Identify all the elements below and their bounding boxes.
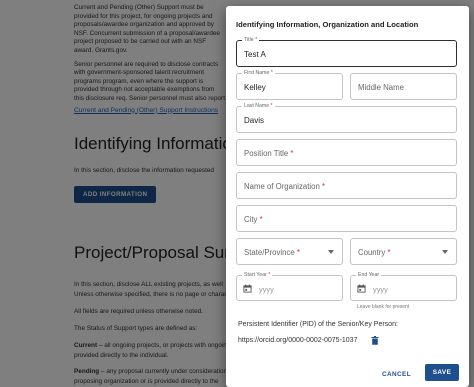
first-name-field-label: First Name * <box>242 70 275 77</box>
start-year-placeholder: yyyy <box>259 285 274 294</box>
city-field[interactable]: City * <box>236 205 457 232</box>
position-title-field[interactable]: Position Title * <box>236 139 457 166</box>
dialog-title: Identifying Information, Organization an… <box>236 20 419 29</box>
city-placeholder: City * <box>244 215 263 224</box>
trash-icon[interactable] <box>371 336 379 345</box>
chevron-down-icon <box>442 250 448 254</box>
country-placeholder: Country * <box>358 248 391 257</box>
last-name-field[interactable]: Last Name * Davis <box>236 103 457 133</box>
position-title-placeholder: Position Title * <box>244 149 294 158</box>
calendar-icon[interactable] <box>243 284 252 293</box>
end-year-placeholder: yyyy <box>373 285 388 294</box>
end-year-label: End Year <box>356 272 382 279</box>
save-button[interactable]: SAVE <box>425 364 459 381</box>
state-placeholder: State/Province * <box>244 248 300 257</box>
middle-name-field[interactable]: Middle Name <box>350 73 457 100</box>
start-year-label: Start Year * <box>242 272 273 279</box>
first-name-field-value: Kelley <box>244 83 266 92</box>
start-year-field[interactable]: Start Year * yyyy <box>236 272 343 301</box>
pid-value: https://orcid.org/0000-0002-0075-1037 <box>238 337 358 344</box>
pid-label: Persistent Identifier (PID) of the Senio… <box>238 321 398 328</box>
middle-name-placeholder: Middle Name <box>358 83 404 92</box>
end-year-field[interactable]: End Year yyyy <box>350 272 457 301</box>
calendar-icon[interactable] <box>357 284 366 293</box>
organization-field[interactable]: Name of Organization * <box>236 172 457 199</box>
chevron-down-icon <box>328 250 334 254</box>
title-field-label: Title * <box>242 37 260 44</box>
country-select[interactable]: Country * <box>350 238 457 265</box>
identifying-info-dialog: Identifying Information, Organization an… <box>226 6 469 387</box>
end-year-helper-text: Leave blank for present <box>357 304 410 310</box>
cancel-button[interactable]: CANCEL <box>378 368 415 381</box>
title-field-value: Test A <box>244 50 266 59</box>
last-name-field-value: Davis <box>244 116 265 125</box>
organization-placeholder: Name of Organization * <box>244 182 326 191</box>
state-select[interactable]: State/Province * <box>236 238 343 265</box>
first-name-field[interactable]: First Name * Kelley <box>236 70 343 100</box>
last-name-field-label: Last Name * <box>242 103 275 110</box>
title-field[interactable]: Title * Test A <box>236 37 457 67</box>
